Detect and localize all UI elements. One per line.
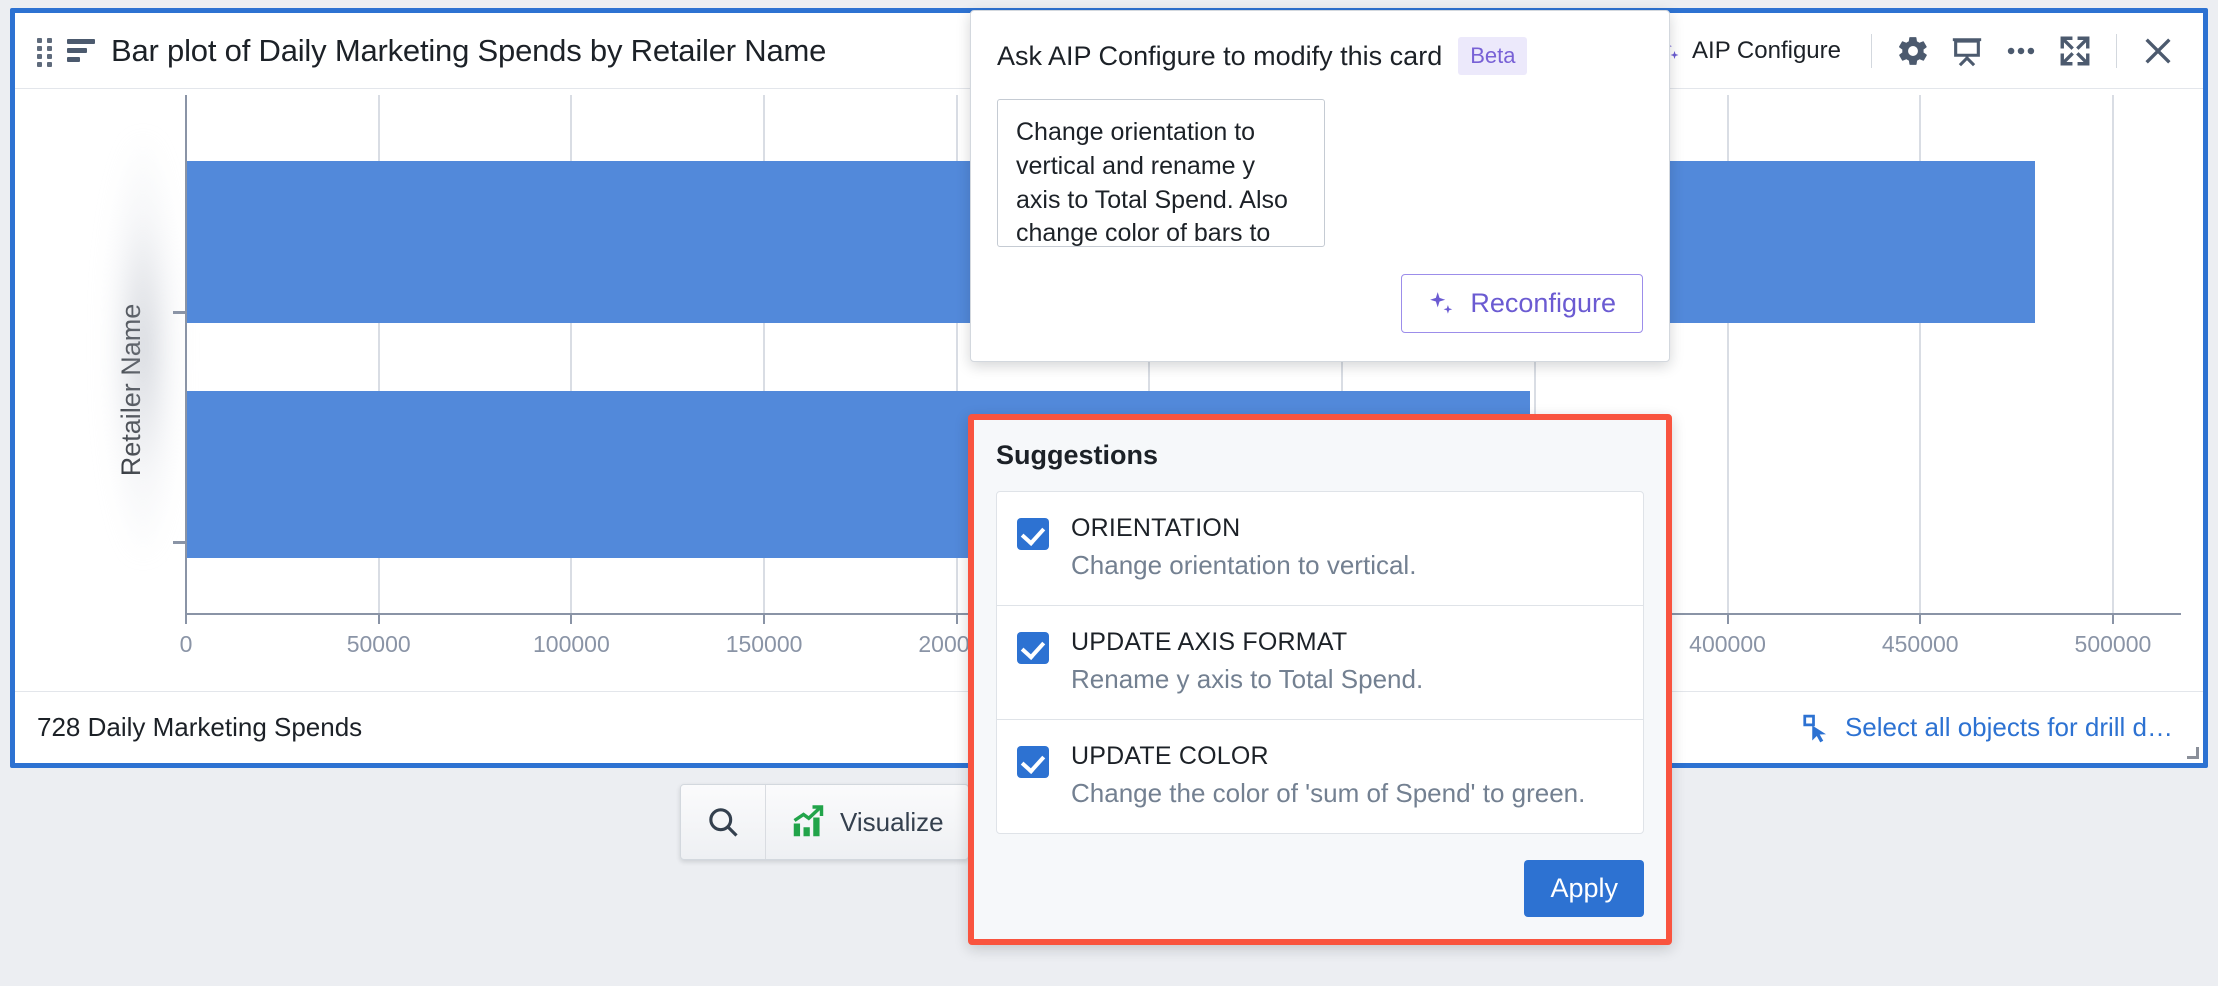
expand-icon <box>2060 36 2090 65</box>
ellipsis-icon <box>2007 47 2035 54</box>
reconfigure-button[interactable]: Reconfigure <box>1401 274 1643 333</box>
y-axis-tick-labels-obscured <box>103 137 183 557</box>
gear-icon <box>1899 36 1927 65</box>
suggestion-text: ORIENTATION Change orientation to vertica… <box>1071 514 1416 581</box>
suggestion-description: Rename y axis to Total Spend. <box>1071 664 1424 694</box>
object-count-label: 728 Daily Marketing Spends <box>37 712 363 742</box>
x-axis-tick <box>763 613 766 624</box>
x-axis-tick-label: 100000 <box>533 631 610 657</box>
fullscreen-button[interactable] <box>2048 24 2102 78</box>
resize-grip[interactable] <box>2185 745 2199 759</box>
beta-badge: Beta <box>1458 37 1528 75</box>
suggestion-checkbox[interactable] <box>1017 518 1049 550</box>
suggestion-text: UPDATE AXIS FORMAT Rename y axis to Total… <box>1071 628 1423 695</box>
y-axis-tick <box>173 311 185 314</box>
suggestion-description: Change the color of 'sum of Spend' to gr… <box>1071 778 1586 808</box>
suggestions-actions: Apply <box>996 834 1644 917</box>
suggestion-description: Change orientation to vertical. <box>1071 550 1417 580</box>
x-axis-tick <box>2111 613 2114 624</box>
apply-button[interactable]: Apply <box>1524 860 1644 917</box>
aip-configure-label: AIP Configure <box>1692 36 1841 64</box>
x-axis-tick-label: 0 <box>179 631 193 657</box>
settings-gear-button[interactable] <box>1886 24 1940 78</box>
visualize-label: Visualize <box>840 806 944 837</box>
select-all-drilldown-label: Select all objects for drill d… <box>1844 712 2173 742</box>
suggestion-item[interactable]: UPDATE COLOR Change the color of 'sum of … <box>997 720 1643 833</box>
aip-configure-button[interactable]: AIP Configure <box>1640 31 1857 71</box>
x-axis-tick <box>185 613 187 624</box>
suggestion-item[interactable]: UPDATE AXIS FORMAT Rename y axis to Total… <box>997 606 1643 720</box>
x-axis-tick <box>570 613 573 624</box>
x-gridline <box>2111 95 2114 613</box>
close-button[interactable] <box>2131 24 2185 78</box>
bottom-toolbar: Visualize <box>680 784 969 860</box>
aip-popover-header: Ask AIP Configure to modify this card Be… <box>971 11 1669 75</box>
suggestions-title: Suggestions <box>996 440 1159 470</box>
aip-prompt-input[interactable] <box>997 99 1325 247</box>
x-axis-tick-label: 50000 <box>346 631 411 657</box>
aip-configure-popover: Ask AIP Configure to modify this card Be… <box>970 10 1670 362</box>
reconfigure-label: Reconfigure <box>1470 288 1616 318</box>
header-divider <box>1871 33 1872 68</box>
visualize-button[interactable]: Visualize <box>766 785 968 859</box>
suggestion-key: ORIENTATION <box>1071 514 1241 542</box>
x-axis-tick-label: 150000 <box>725 631 803 657</box>
presentation-icon <box>1952 37 1982 66</box>
drag-handle[interactable] <box>37 37 53 67</box>
bar-chart-icon <box>67 38 97 64</box>
suggestion-checkbox[interactable] <box>1017 632 1049 664</box>
suggestions-list: ORIENTATION Change orientation to vertica… <box>996 491 1644 834</box>
card-title: Bar plot of Daily Marketing Spends by Re… <box>111 32 827 68</box>
x-axis-tick-label: 400000 <box>1689 631 1766 657</box>
suggestion-item[interactable]: ORIENTATION Change orientation to vertica… <box>997 492 1643 606</box>
sparkle-icon <box>1428 291 1454 317</box>
select-all-drilldown-link[interactable]: Select all objects for drill d… <box>1801 712 2181 743</box>
x-axis-tick <box>1726 613 1729 624</box>
x-axis-tick <box>1919 613 1922 624</box>
suggestion-key: UPDATE AXIS FORMAT <box>1071 628 1348 656</box>
suggestion-checkbox[interactable] <box>1017 746 1049 778</box>
suggestion-text: UPDATE COLOR Change the color of 'sum of … <box>1071 742 1585 809</box>
search-button[interactable] <box>681 785 766 859</box>
suggestion-key: UPDATE COLOR <box>1071 742 1269 770</box>
x-axis-tick-label: 500000 <box>2074 631 2152 657</box>
aip-popover-title: Ask AIP Configure to modify this card <box>997 40 1443 71</box>
suggestions-panel: Suggestions ORIENTATION Change orientatio… <box>968 414 1672 945</box>
x-axis-tick-label: 450000 <box>1881 631 1959 657</box>
header-divider-2 <box>2116 33 2117 68</box>
aip-popover-actions: Reconfigure <box>971 252 1669 361</box>
search-icon <box>709 808 738 837</box>
select-objects-icon <box>1803 714 1826 742</box>
visualize-chart-icon <box>793 805 824 837</box>
y-axis-tick <box>173 541 185 544</box>
close-icon <box>2145 37 2171 64</box>
x-axis-tick <box>377 613 380 624</box>
x-axis-tick <box>955 613 958 624</box>
more-options-button[interactable] <box>1994 24 2048 78</box>
presentation-button[interactable] <box>1940 24 1994 78</box>
card-header-actions: AIP Configure <box>1640 24 2185 78</box>
